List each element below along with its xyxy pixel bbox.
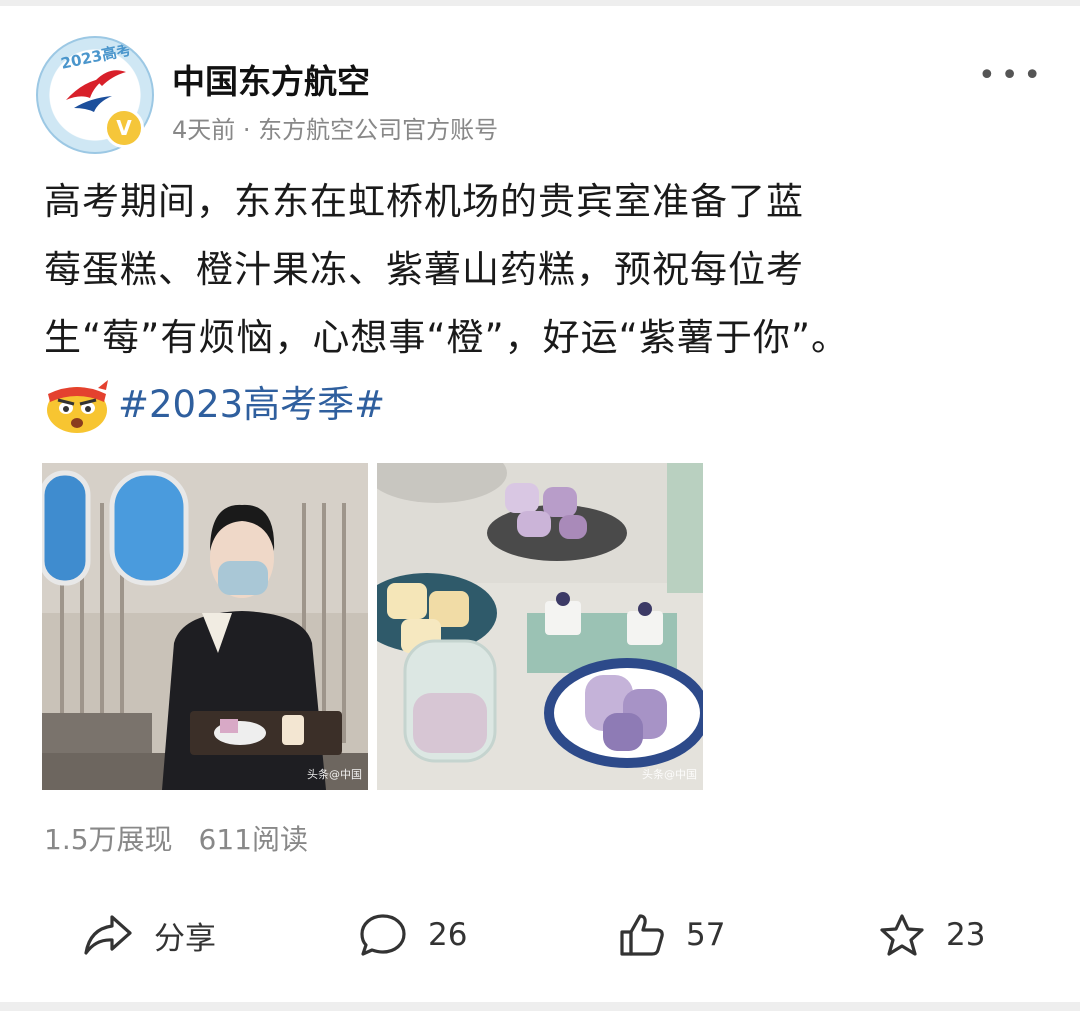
image-watermark: 头条@中国 [307, 768, 362, 781]
post-image-staff[interactable]: 头条@中国 [42, 463, 368, 790]
comment-button[interactable]: 26 [358, 905, 467, 965]
like-button[interactable]: 57 [618, 905, 725, 965]
favorite-button[interactable]: 23 [878, 905, 985, 965]
comment-icon [360, 914, 406, 956]
impressions-count: 1.5万展现 [44, 823, 173, 856]
top-divider [0, 0, 1080, 6]
staff-photo-illustration [42, 463, 368, 790]
reads-count: 611阅读 [198, 823, 308, 856]
star-icon [880, 914, 924, 956]
post-text-line: 生“莓”有烦恼，心想事“橙”，好运“紫薯于你”。 [44, 316, 850, 359]
post-text: 高考期间，东东在虹桥机场的贵宾室准备了蓝 莓蛋糕、橙汁果冻、紫薯山药糕，预祝每位… [44, 168, 1024, 372]
verified-badge-icon: V [104, 108, 144, 148]
like-count: 57 [686, 917, 726, 953]
post-text-line: 高考期间，东东在虹桥机场的贵宾室准备了蓝 [44, 180, 804, 223]
post-meta: 4天前 · 东方航空公司官方账号 [172, 116, 499, 144]
exam-emoji-icon [47, 380, 108, 433]
desserts-photo-illustration [377, 463, 703, 790]
share-icon [84, 915, 132, 955]
account-name[interactable]: 中国东方航空 [172, 55, 370, 103]
share-button[interactable]: 分享 [82, 905, 216, 965]
bottom-divider [0, 1002, 1080, 1011]
more-options-icon[interactable]: ••• [978, 58, 1046, 93]
hashtag-link[interactable]: #2023高考季# [118, 372, 385, 438]
image-watermark: 头条@中国 [642, 768, 697, 781]
post-stats: 1.5万展现 611阅读 [44, 818, 308, 858]
favorite-count: 23 [946, 917, 986, 953]
post-image-desserts[interactable]: 头条@中国 [377, 463, 703, 790]
comment-count: 26 [428, 917, 468, 953]
post-text-line: 莓蛋糕、橙汁果冻、紫薯山药糕，预祝每位考 [44, 248, 804, 291]
share-label: 分享 [154, 920, 216, 957]
thumbs-up-icon [620, 914, 664, 956]
